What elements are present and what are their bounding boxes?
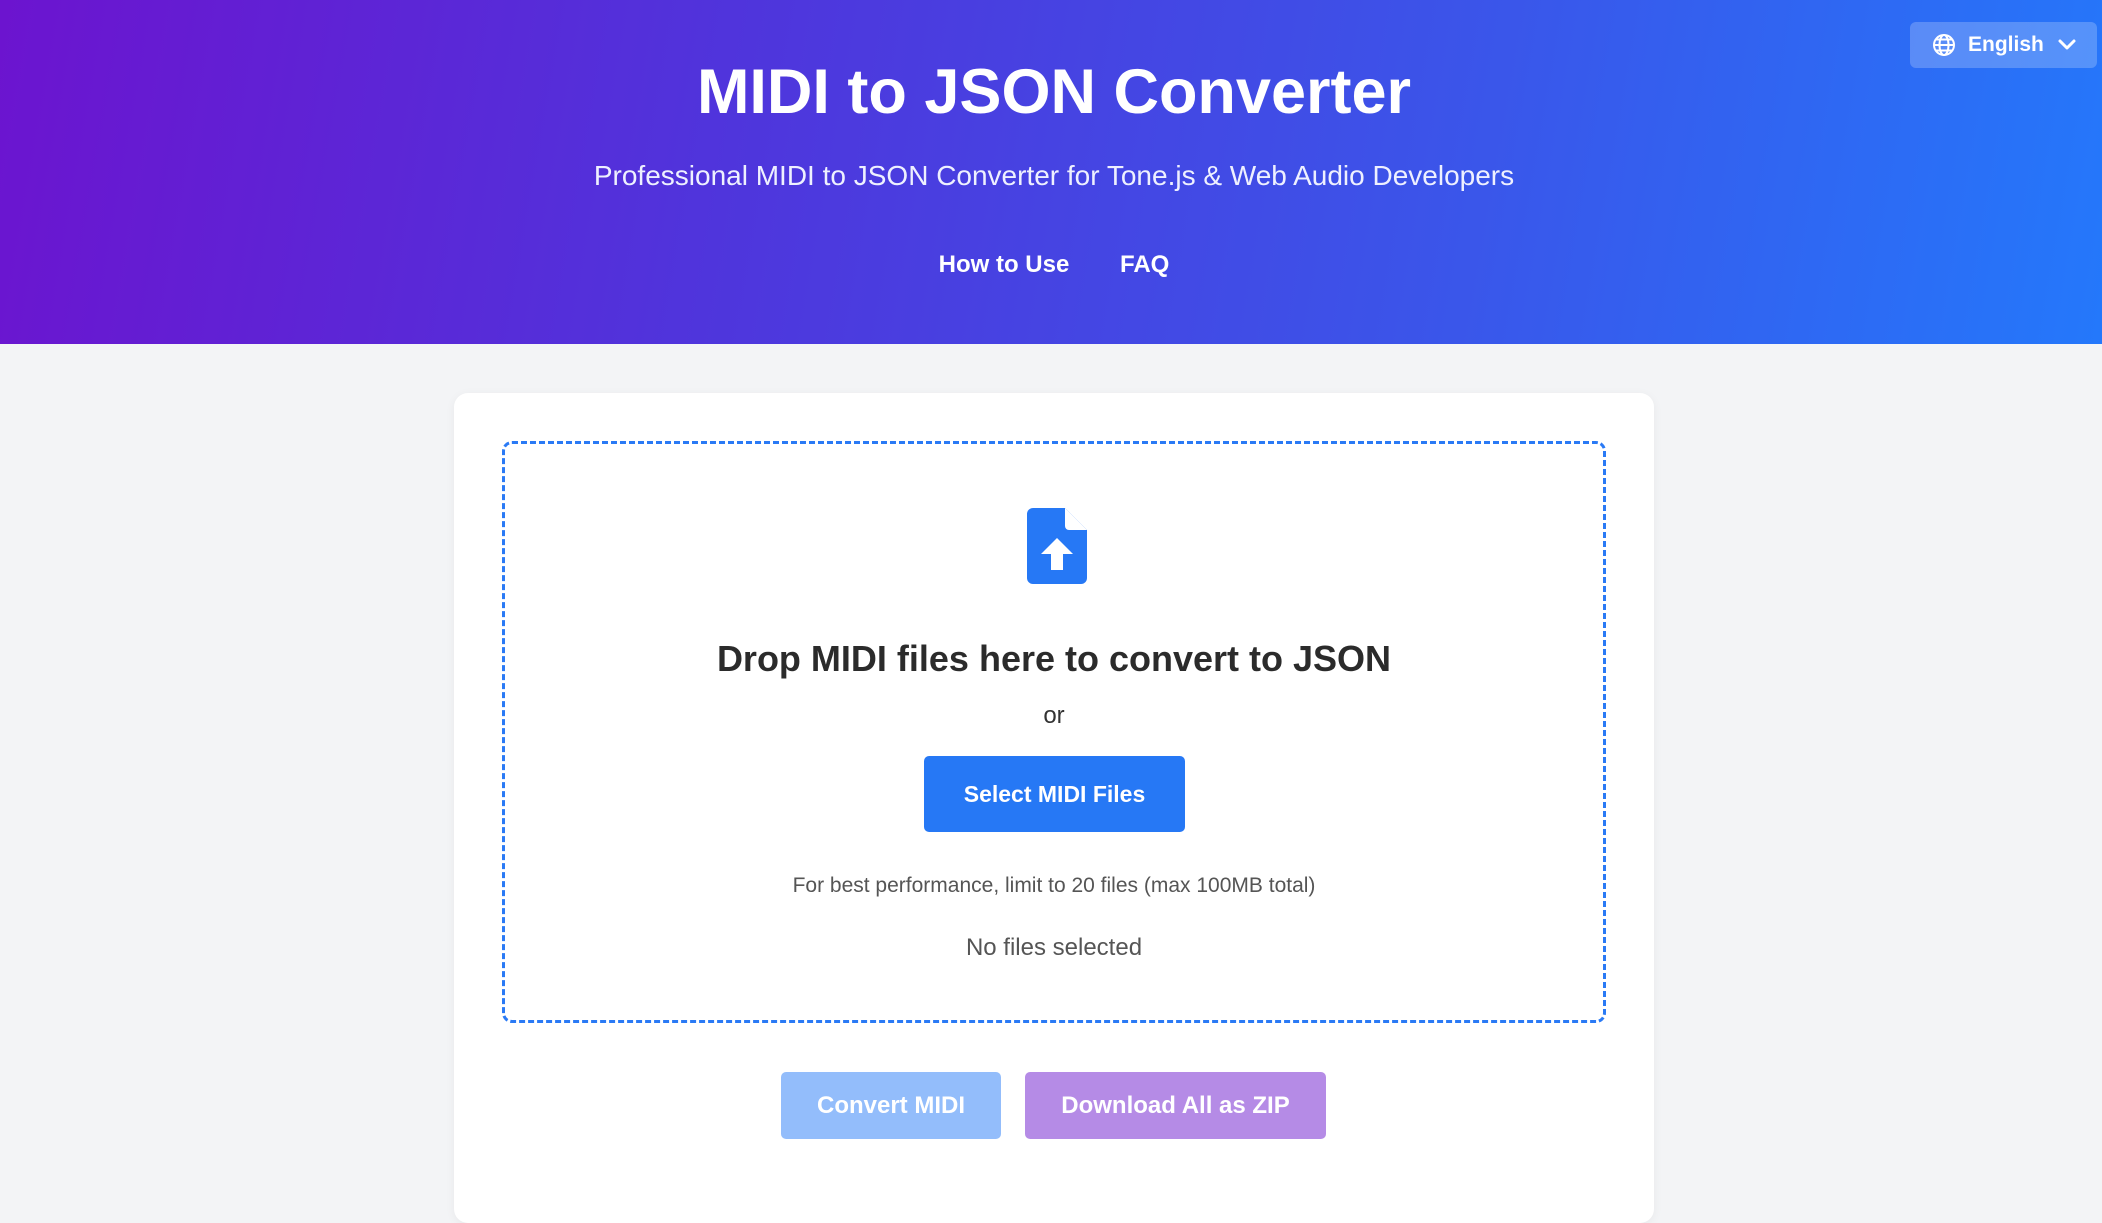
file-upload-icon xyxy=(1027,508,1087,584)
select-midi-files-button[interactable]: Select MIDI Files xyxy=(924,756,1185,832)
page-subtitle: Professional MIDI to JSON Converter for … xyxy=(593,160,1515,191)
language-label: English xyxy=(1968,33,2044,56)
convert-midi-button[interactable]: Convert MIDI xyxy=(781,1072,1001,1139)
file-selection-status: No files selected xyxy=(965,934,1143,961)
download-zip-button[interactable]: Download All as ZIP xyxy=(1025,1072,1326,1139)
dropzone-title: Drop MIDI files here to convert to JSON xyxy=(716,638,1392,679)
chevron-down-icon xyxy=(2056,34,2078,56)
site-header: MIDI to JSON Converter Professional MIDI… xyxy=(0,0,2102,344)
converter-card: Drop MIDI files here to convert to JSON … xyxy=(454,393,1654,1223)
file-dropzone[interactable]: Drop MIDI files here to convert to JSON … xyxy=(502,441,1606,1023)
main-nav: How to Use FAQ xyxy=(0,248,2102,282)
globe-icon xyxy=(1932,33,1956,57)
file-limit-note: For best performance, limit to 20 files … xyxy=(792,874,1316,897)
page-title: MIDI to JSON Converter xyxy=(696,57,1412,127)
nav-link-faq[interactable]: FAQ xyxy=(1120,251,1169,278)
nav-link-how-to-use[interactable]: How to Use xyxy=(939,251,1070,278)
language-selector[interactable]: English xyxy=(1910,22,2097,68)
or-separator: or xyxy=(1043,702,1065,729)
